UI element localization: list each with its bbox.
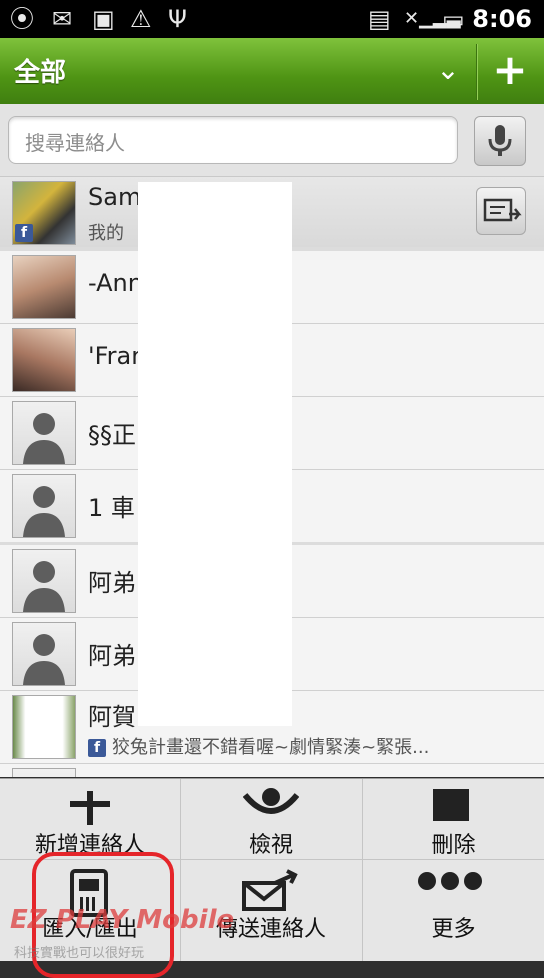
menu-item-view[interactable]: 檢視 bbox=[181, 779, 361, 859]
facebook-icon: f bbox=[88, 739, 106, 757]
send-mail-icon bbox=[242, 869, 298, 911]
menu-item-new-contact[interactable]: 新增連絡人 bbox=[0, 779, 180, 859]
avatar bbox=[12, 328, 76, 392]
battery-icon: ▭ bbox=[442, 5, 465, 33]
voice-search-button[interactable] bbox=[474, 116, 526, 166]
avatar-placeholder-icon bbox=[12, 401, 76, 465]
menu-item-more[interactable]: 更多 bbox=[363, 861, 544, 942]
avatar-placeholder-icon bbox=[12, 768, 76, 777]
add-contact-button[interactable]: + bbox=[486, 42, 534, 98]
chevron-down-icon[interactable]: ⌄ bbox=[428, 48, 468, 92]
avatar-placeholder-icon bbox=[12, 622, 76, 686]
contact-name: Sam bbox=[88, 183, 142, 211]
contact-name: 阿弟 bbox=[88, 642, 136, 670]
menu-item-delete[interactable]: 刪除 bbox=[363, 779, 544, 859]
avatar bbox=[12, 255, 76, 319]
group-title[interactable]: 全部 bbox=[14, 52, 66, 89]
send-card-button[interactable] bbox=[476, 187, 526, 235]
more-icon bbox=[418, 872, 482, 890]
contact-name: 阿賀 bbox=[88, 703, 136, 731]
avatar-placeholder-icon bbox=[12, 549, 76, 613]
menu-item-label: 檢視 bbox=[248, 833, 293, 858]
contact-name: 阿弟 bbox=[88, 569, 136, 597]
search-placeholder: 搜尋連絡人 bbox=[25, 131, 125, 155]
clock: 8:06 bbox=[472, 5, 532, 33]
contact-status: 我的 bbox=[88, 223, 124, 244]
status-text: 狡兔計畫還不錯看喔~劇情緊湊~緊張... bbox=[112, 737, 430, 758]
contact-name: -Ann bbox=[88, 269, 143, 297]
facebook-icon: f bbox=[15, 224, 33, 242]
search-bar: 搜尋連絡人 bbox=[0, 104, 544, 177]
contact-card-icon bbox=[483, 198, 522, 222]
watermark-tagline: 科技實戰也可以很好玩 bbox=[14, 946, 145, 961]
menu-item-label: 刪除 bbox=[431, 833, 476, 858]
location-icon: ⦿ bbox=[10, 5, 34, 33]
image-icon: ▣ bbox=[92, 5, 115, 33]
sd-card-icon: ▤ bbox=[368, 5, 391, 33]
contact-name: 1 車 bbox=[88, 494, 135, 522]
plus-icon bbox=[70, 791, 110, 825]
avatar bbox=[12, 695, 76, 759]
contact-status: f 狡兔計畫還不錯看喔~劇情緊湊~緊張... bbox=[88, 733, 429, 759]
avatar-placeholder-icon bbox=[12, 474, 76, 538]
blank-overlay bbox=[138, 182, 292, 726]
watermark-logo: EZ PLAY Mobile bbox=[10, 905, 235, 935]
warning-icon: ⚠ bbox=[130, 5, 152, 33]
title-bar: 全部 ⌄ + bbox=[0, 38, 544, 106]
divider bbox=[476, 44, 478, 100]
list-item[interactable]: 阿鈞 bbox=[0, 764, 544, 777]
eye-icon bbox=[243, 788, 299, 814]
microphone-icon bbox=[488, 125, 512, 156]
trash-icon bbox=[433, 789, 469, 821]
menu-item-label: 更多 bbox=[431, 917, 476, 942]
usb-icon: Ψ bbox=[168, 5, 187, 33]
mail-icon: ✉ bbox=[52, 5, 73, 33]
status-bar: ⦿ ✉ ▣ ⚠ Ψ ▤ ✕▁▂▃ ▭ 8:06 bbox=[0, 0, 544, 38]
contact-name: §§正 bbox=[88, 421, 136, 449]
search-input[interactable]: 搜尋連絡人 bbox=[8, 116, 458, 164]
